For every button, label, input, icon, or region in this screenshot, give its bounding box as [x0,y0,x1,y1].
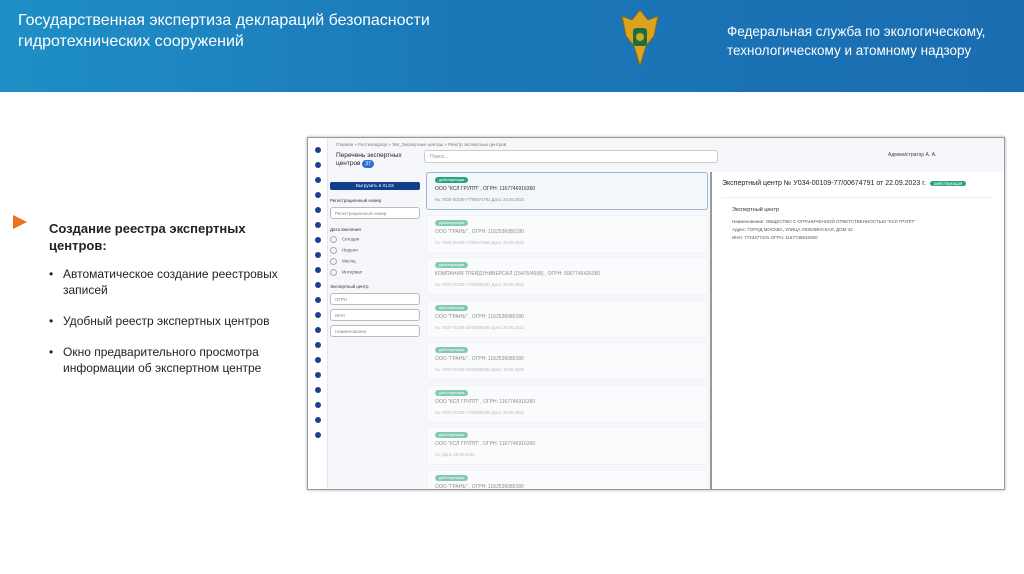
user-name[interactable]: Администратор А. А. [888,152,936,158]
name-input[interactable]: Наименование [330,325,420,337]
nav-icon[interactable] [314,252,321,258]
registry-card[interactable]: действующая ООО "ГРАНЬ" , ОГРН: 116253608… [426,469,708,490]
nav-icon[interactable] [314,282,321,288]
nav-icon[interactable] [314,357,321,363]
card-name: КОМПАНИЯ ТРЕЙДУНИВЕРСАЛ (15476/4598) , О… [435,271,601,277]
breadcrumb[interactable]: Главная » Ростехнадзор » ЭМ_Экспертные ц… [336,142,506,147]
app-screenshot: Главная » Ростехнадзор » ЭМ_Экспертные ц… [307,137,1005,490]
registry-card[interactable]: действующая КОМПАНИЯ ТРЕЙДУНИВЕРСАЛ (1547… [426,257,708,295]
export-xlsx-button[interactable]: Выгрузить в XLSX [330,182,420,190]
date-label: Дата внесения [330,227,361,232]
card-meta: №: У034-00109-77/00674494 Дата: 22.09.20… [435,239,525,245]
card-name: ООО "ГРАНЬ" , ОГРН: 1162536080180 [435,228,524,235]
registry-card[interactable]: действующая ООО "ГРАНЬ" , ОГРН: 116253608… [426,214,708,253]
card-meta: №: У037-00109-77/00608067 Дата: 26.06.20… [435,282,525,287]
nav-icon[interactable] [314,177,321,183]
count-badge: 37 [362,160,374,168]
registry-card[interactable]: действующая ООО "КСЛ ГРУПП" , ОГРН: 11677… [426,427,708,465]
feature-item: Окно предварительного просмотра информац… [49,344,289,376]
search-input[interactable]: Поиск... [424,150,718,163]
reg-number-label: Регистрационный номер [330,198,382,203]
field-label: ИНН: [732,235,743,240]
feature-list: Автоматическое создание реестровых запис… [49,266,289,391]
nav-icon[interactable] [314,207,321,213]
card-name: ООО "ГРАНЬ" , ОГРН: 1162536080180 [435,313,524,320]
card-name: ООО "КСЛ ГРУПП" , ОГРН: 1167746916360 [435,398,536,405]
card-meta: №: У034-00109-77/00674791 Дата: 22.09.20… [435,197,525,202]
nav-icon[interactable] [314,372,321,378]
inn-input[interactable]: ИНН [330,309,420,321]
feature-item: Автоматическое создание реестровых запис… [49,266,289,298]
card-name: ООО "КСЛ ГРУПП" , ОГРН: 1167746916360 [435,186,536,192]
nav-icon[interactable] [314,327,321,333]
section-heading: Создание реестра экспертных центров: [49,221,246,253]
section-title: Экспертный центр [732,207,780,213]
card-meta: №: У037-00109-25/00608094 Дата: 25.06.20… [435,324,525,330]
organization-name: Федеральная служба по экологическому, те… [727,24,986,58]
detail-section: Экспертный центр Наименование: ОБЩЕСТВО … [722,197,994,250]
side-nav [308,138,328,489]
field-value: ОБЩЕСТВО С ОГРАНИЧЕННОЙ ОТВЕТСТВЕННОСТЬЮ… [765,219,916,224]
ids-row: ИНН: 7723477101 ОГРН: 1167746916360 [732,234,984,242]
status-badge: действующая [435,389,469,396]
center-label: Экспертный центр [330,284,369,289]
nav-icon[interactable] [314,162,321,168]
status-badge: действующая [435,474,469,481]
address-row: Адрес: ГОРОД МОСКВА, УЛИЦА ЛЮБЛИНСКАЯ, Д… [732,226,984,234]
nav-icon[interactable] [314,342,321,348]
feature-item: Удобный реестр экспертных центров [49,313,289,329]
card-name: ООО "КСЛ ГРУПП" , ОГРН: 1167746916360 [435,441,536,447]
nav-icon[interactable] [314,432,321,438]
nav-icon[interactable] [314,192,321,198]
nav-icon[interactable] [314,237,321,243]
registry-card[interactable]: действующая ООО "КСЛ ГРУПП" , ОГРН: 11677… [426,384,708,423]
nav-icon[interactable] [314,402,321,408]
field-label: ОГРН: [770,235,784,240]
nav-icon[interactable] [314,417,321,423]
detail-title-text: Экспертный центр № У034-00109-77/0067479… [722,180,926,187]
reg-number-input[interactable]: Регистрационный номер [330,207,420,219]
date-radio-interval[interactable]: Интервал [330,269,420,276]
status-badge: действующая [929,181,967,186]
filter-panel: Выгрузить в XLSX Регистрационный номер Р… [330,172,420,489]
field-label: Наименование: [732,219,765,224]
registry-card[interactable]: действующая ООО "ГРАНЬ" , ОГРН: 116253608… [426,342,708,380]
date-radio-month[interactable]: Месяц [330,258,420,265]
name-row: Наименование: ОБЩЕСТВО С ОГРАНИЧЕННОЙ ОТ… [732,218,984,226]
card-name: ООО "ГРАНЬ" , ОГРН: 1162536080180 [435,483,524,490]
status-badge: действующая [435,262,469,268]
date-radio-week[interactable]: Неделя [330,247,420,254]
status-badge: действующая [435,219,469,226]
card-name: ООО "ГРАНЬ" , ОГРН: 1162536080180 [435,356,524,362]
registry-card[interactable]: действующая ООО "ГРАНЬ" , ОГРН: 116253608… [426,299,708,338]
card-meta: №: Дата: 15.06.2023 [435,452,475,457]
detail-title: Экспертный центр № У034-00109-77/0067479… [722,180,994,187]
date-radio-today[interactable]: Сегодня [330,236,420,243]
nav-icon[interactable] [314,387,321,393]
rostekhnadzor-emblem-icon [621,9,659,68]
status-badge: действующая [435,177,469,183]
detail-panel: Экспертный центр № У034-00109-77/0067479… [710,172,1004,489]
status-badge: действующая [435,304,469,311]
slide-title: Государственная экспертиза деклараций бе… [18,12,430,50]
slide-banner: Государственная экспертиза деклараций бе… [0,0,1024,92]
page-title: Перечень экспертных центров 37 [336,152,406,168]
nav-icon[interactable] [314,267,321,273]
registry-list: действующая ООО "КСЛ ГРУПП" , ОГРН: 11677… [426,172,708,489]
card-meta: №: У037-00109-25/00608094 Дата: 15.06.20… [435,367,525,372]
field-label: Адрес: [732,227,747,232]
ogrn-input[interactable]: ОГРН [330,293,420,305]
field-value: ГОРОД МОСКВА, УЛИЦА ЛЮБЛИНСКАЯ, ДОМ 42 [747,227,853,232]
nav-icon[interactable] [314,297,321,303]
status-badge: действующая [435,432,469,438]
home-icon[interactable] [314,147,321,153]
field-value: 7723477101 [744,235,770,240]
bullet-arrow-icon [13,215,27,229]
registry-card[interactable]: действующая ООО "КСЛ ГРУПП" , ОГРН: 11677… [426,172,708,210]
status-badge: действующая [435,347,469,353]
field-value: 1167746916360 [785,235,818,240]
card-meta: №: У037-00109-77/00608090 Дата: 25.06.20… [435,409,525,415]
nav-icon[interactable] [314,312,321,318]
nav-icon[interactable] [314,222,321,228]
